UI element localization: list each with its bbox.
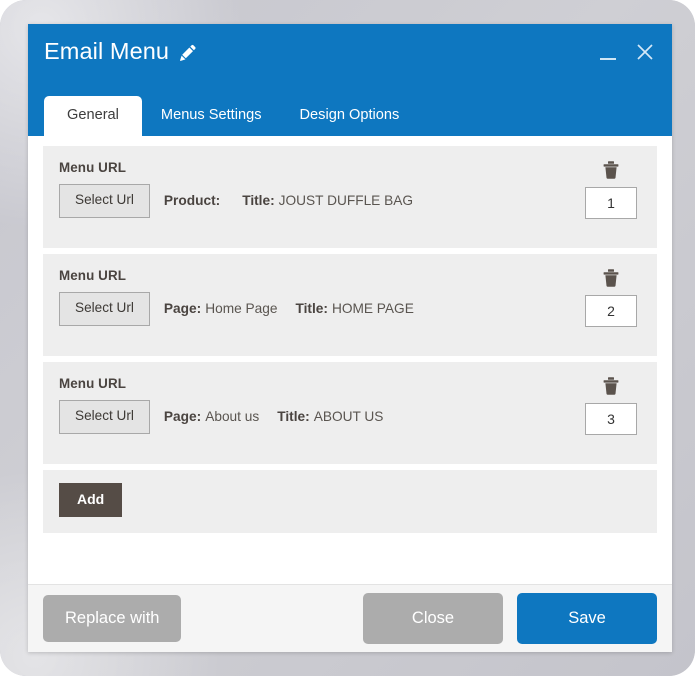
- menu-row-meta: Page: About us Title: ABOUT US: [164, 409, 384, 424]
- select-url-button[interactable]: Select Url: [59, 184, 150, 218]
- select-url-button[interactable]: Select Url: [59, 400, 150, 434]
- menu-source-group: Page: About us: [164, 409, 259, 424]
- tab-design-options[interactable]: Design Options: [281, 96, 419, 136]
- menu-order-input[interactable]: [585, 403, 637, 435]
- menu-url-label: Menu URL: [59, 160, 127, 175]
- menu-source-group: Page: Home Page: [164, 301, 278, 316]
- menu-source-value: About us: [205, 409, 260, 425]
- menu-url-label: Menu URL: [59, 376, 127, 391]
- trash-icon[interactable]: [602, 160, 620, 180]
- menu-row-main: Select Url Page: Home Page Title: HOME P…: [59, 292, 641, 326]
- menu-title-key: Title:: [295, 301, 328, 317]
- menu-source-key: Page:: [163, 301, 202, 317]
- menu-order-input[interactable]: [585, 295, 637, 327]
- save-button[interactable]: Save: [517, 593, 657, 644]
- window-frame: Email Menu General Menus Settings Design…: [0, 0, 695, 676]
- page-title: Email Menu: [44, 38, 170, 64]
- menu-title-value: JOUST DUFFLE BAG: [278, 193, 414, 209]
- close-icon[interactable]: [634, 40, 656, 64]
- tab-menus-settings[interactable]: Menus Settings: [142, 96, 281, 136]
- window-controls: [598, 40, 656, 64]
- dialog-footer: Replace with Close Save: [28, 584, 672, 652]
- menu-url-label: Menu URL: [59, 268, 127, 283]
- menu-source-key: Page:: [163, 409, 202, 425]
- close-button[interactable]: Close: [363, 593, 503, 644]
- menu-source-value: Home Page: [205, 301, 278, 317]
- menu-source-group: Product:: [164, 193, 224, 208]
- menu-title-group: Title: JOUST DUFFLE BAG: [242, 193, 413, 208]
- menu-row-controls: [583, 376, 639, 435]
- dialog-body: Menu URL Select Url Product: Title: JOUS…: [28, 136, 672, 584]
- trash-icon[interactable]: [602, 376, 620, 396]
- menu-item-row: Menu URL Select Url Page: Home Page Titl…: [43, 254, 657, 356]
- menu-row-main: Select Url Page: About us Title: ABOUT U…: [59, 400, 641, 434]
- add-row: Add: [43, 470, 657, 534]
- menu-order-input[interactable]: [585, 187, 637, 219]
- menu-title-group: Title: ABOUT US: [277, 409, 383, 424]
- tab-general[interactable]: General: [44, 96, 142, 136]
- trash-icon[interactable]: [602, 268, 620, 288]
- menu-title-key: Title:: [277, 409, 310, 425]
- tab-bar: General Menus Settings Design Options: [44, 96, 418, 136]
- menu-row-meta: Page: Home Page Title: HOME PAGE: [164, 301, 414, 316]
- menu-row-meta: Product: Title: JOUST DUFFLE BAG: [164, 193, 413, 208]
- menu-row-controls: [583, 268, 639, 327]
- menu-item-row: Menu URL Select Url Product: Title: JOUS…: [43, 146, 657, 248]
- pencil-icon[interactable]: [178, 43, 198, 63]
- footer-right-actions: Close Save: [363, 593, 657, 644]
- menu-title-value: ABOUT US: [313, 409, 384, 425]
- menu-row-main: Select Url Product: Title: JOUST DUFFLE …: [59, 184, 641, 218]
- dialog-title-row: Email Menu: [44, 38, 198, 64]
- select-url-button[interactable]: Select Url: [59, 292, 150, 326]
- menu-source-key: Product:: [163, 193, 221, 209]
- menu-row-controls: [583, 160, 639, 219]
- menu-title-group: Title: HOME PAGE: [295, 301, 413, 316]
- dialog-header: Email Menu General Menus Settings Design…: [28, 24, 672, 136]
- menu-item-row: Menu URL Select Url Page: About us Title…: [43, 362, 657, 464]
- replace-with-button[interactable]: Replace with: [43, 594, 182, 643]
- menu-title-value: HOME PAGE: [331, 301, 414, 317]
- menu-title-key: Title:: [242, 193, 275, 209]
- minimize-icon[interactable]: [598, 40, 620, 64]
- add-button[interactable]: Add: [59, 483, 123, 518]
- email-menu-dialog: Email Menu General Menus Settings Design…: [28, 24, 672, 652]
